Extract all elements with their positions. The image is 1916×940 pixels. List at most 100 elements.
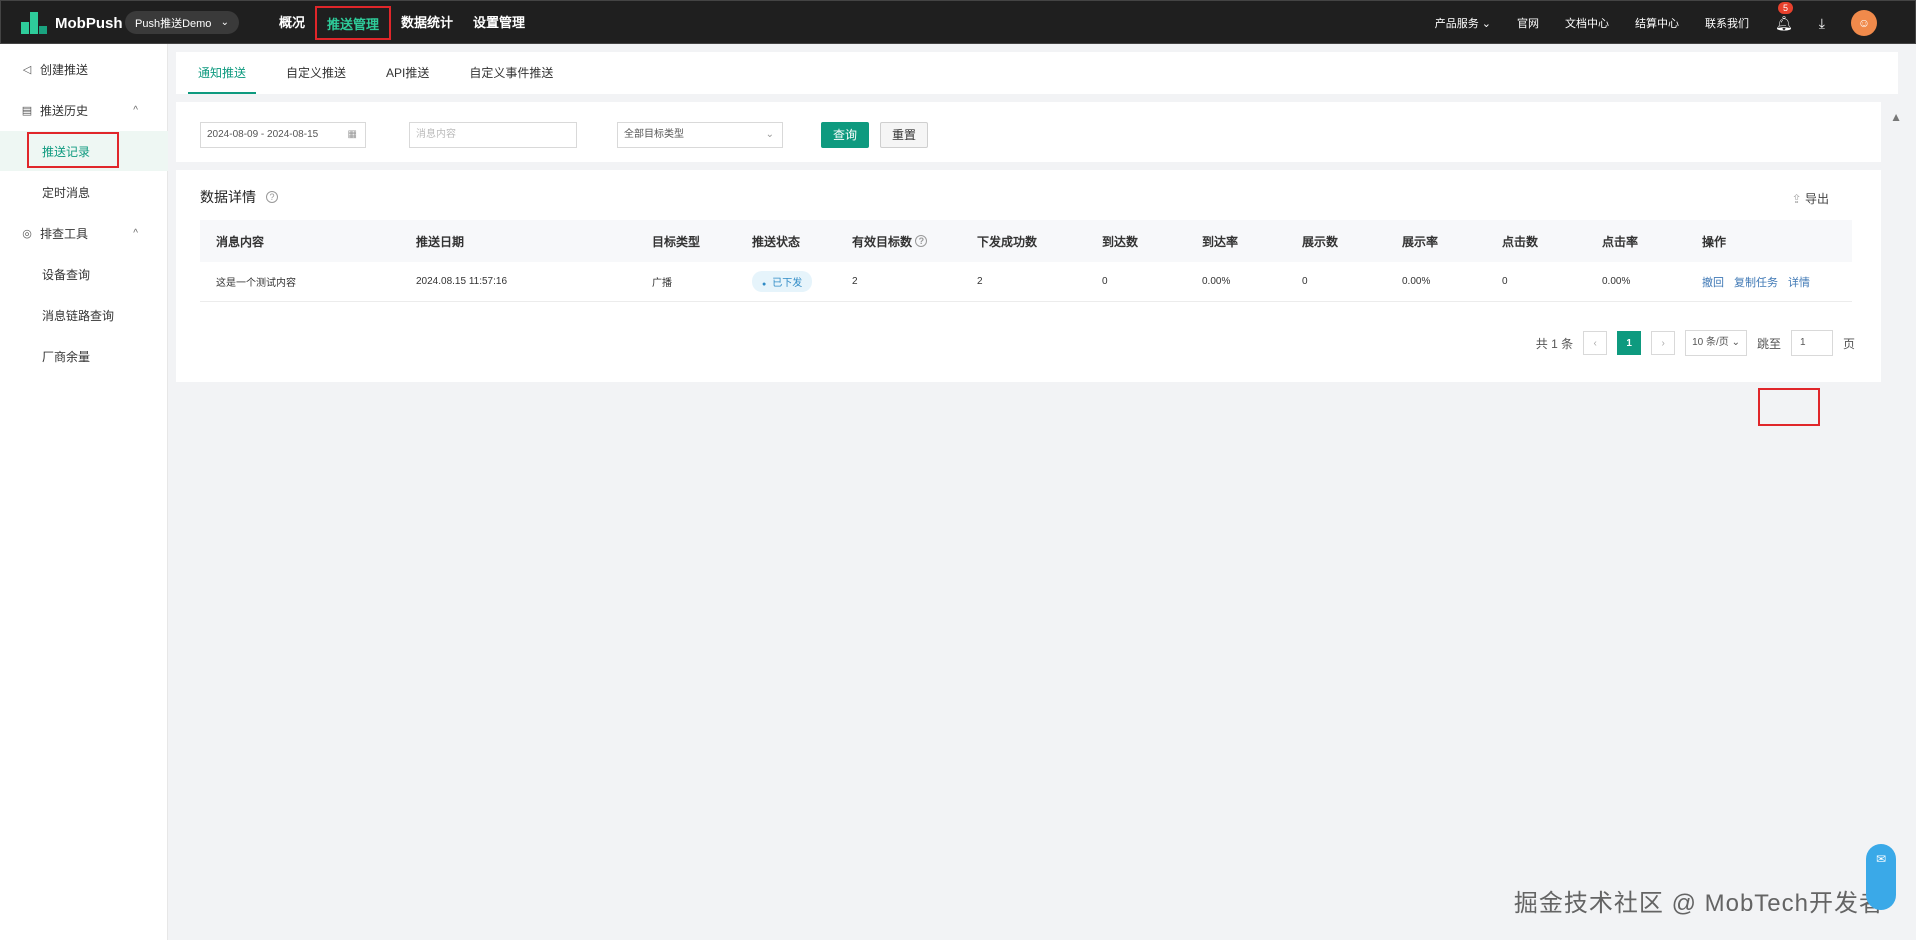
- sidebar-item-label: 推送历史: [40, 103, 89, 118]
- target-type-select[interactable]: 全部目标类型 ⌄: [617, 122, 783, 148]
- col-click-rate: 点击率: [1602, 234, 1639, 249]
- target-type-value: 全部目标类型: [624, 129, 684, 140]
- filter-bar: 2024-08-09 - 2024-08-15 ▦ 消息内容 全部目标类型 ⌄ …: [176, 102, 1881, 162]
- col-arrived: 到达数: [1102, 234, 1139, 249]
- top-right-links: 产品服务 ⌄ 官网 文档中心 结算中心 联系我们 🔔︎ 5 ⤓ ☺: [1435, 0, 1877, 45]
- app-selector-label: Push推送Demo: [135, 17, 212, 30]
- bell-icon[interactable]: 🔔︎ 5: [1775, 0, 1795, 32]
- query-button[interactable]: 查询: [821, 122, 870, 148]
- list-icon: ▤: [21, 104, 33, 117]
- sidebar-item-push-records[interactable]: 推送记录: [0, 131, 168, 171]
- top-bar: MobPush Push推送Demo ⌄ 概况 推送管理 数据统计 设置管理 产…: [0, 0, 1916, 44]
- download-icon[interactable]: ⤓: [1819, 15, 1825, 32]
- cell-success-count: 2: [977, 276, 983, 287]
- col-shown: 展示数: [1302, 234, 1339, 249]
- tab-api-push[interactable]: API推送: [376, 64, 439, 94]
- col-success-count: 下发成功数: [977, 234, 1038, 249]
- next-page-button[interactable]: ›: [1651, 331, 1676, 355]
- page-size-select[interactable]: 10 条/页 ⌄: [1685, 330, 1747, 356]
- sidebar-item-device-query[interactable]: 设备查询: [0, 254, 168, 294]
- page-number[interactable]: 1: [1617, 331, 1642, 355]
- chevron-down-icon: ⌄: [765, 129, 774, 140]
- push-type-tabs: 通知推送 自定义推送 API推送 自定义事件推送: [176, 52, 1898, 94]
- docs-link[interactable]: 文档中心: [1565, 15, 1609, 31]
- withdraw-link[interactable]: 撤回: [1702, 274, 1724, 290]
- sidebar-item-create-push[interactable]: ◁ 创建推送: [0, 49, 168, 89]
- jump-label: 跳至: [1756, 336, 1781, 351]
- chevron-up-icon: ^: [133, 227, 138, 239]
- col-target-type: 目标类型: [652, 234, 701, 249]
- tool-icon: ◎: [22, 227, 32, 240]
- table-row: 这是一个测试内容 2024.08.15 11:57:16 广播 已下发 2 2 …: [200, 262, 1852, 302]
- cell-valid-targets: 2: [852, 276, 858, 287]
- col-content: 消息内容: [216, 234, 265, 249]
- sidebar-item-label: 消息链路查询: [42, 308, 115, 323]
- calendar-icon: ▦: [347, 129, 357, 140]
- tab-notification-push[interactable]: 通知推送: [188, 64, 257, 94]
- prev-page-button[interactable]: ‹: [1583, 331, 1608, 355]
- sidebar: ◁ 创建推送 ▤ 推送历史 ^ 推送记录 定时消息 ◎ 排查工具 ^ 设备查询 …: [0, 44, 168, 940]
- highlight-box: [1758, 388, 1820, 426]
- copy-task-link[interactable]: 复制任务: [1734, 274, 1778, 290]
- push-records-table: 消息内容 推送日期 目标类型 推送状态 有效目标数 ? 下发成功数 到达数 到达…: [200, 220, 1852, 302]
- avatar[interactable]: ☺: [1851, 10, 1877, 36]
- sidebar-item-label: 厂商余量: [42, 349, 91, 364]
- billing-link[interactable]: 结算中心: [1635, 15, 1679, 31]
- cell-arrive-rate: 0.00%: [1202, 276, 1231, 287]
- sidebar-item-vendor-quota[interactable]: 厂商余量: [0, 336, 168, 376]
- cell-clicks: 0: [1502, 276, 1508, 287]
- page-unit-label: 页: [1842, 336, 1855, 351]
- col-arrive-rate: 到达率: [1202, 234, 1239, 249]
- mobpush-logo-icon: [21, 12, 47, 34]
- tab-custom-event-push[interactable]: 自定义事件推送: [459, 64, 563, 94]
- nav-overview[interactable]: 概况: [269, 6, 315, 40]
- details-link[interactable]: 详情: [1788, 274, 1810, 290]
- cell-shown: 0: [1302, 276, 1308, 287]
- sidebar-group-push-history[interactable]: ▤ 推送历史 ^: [0, 90, 168, 130]
- message-content-input[interactable]: 消息内容: [409, 122, 577, 148]
- reset-button[interactable]: 重置: [880, 122, 929, 148]
- nav-settings[interactable]: 设置管理: [463, 6, 535, 40]
- cell-date: 2024.08.15 11:57:16: [416, 276, 508, 287]
- sidebar-item-label: 定时消息: [42, 185, 91, 200]
- top-nav: 概况 推送管理 数据统计 设置管理: [269, 1, 535, 45]
- sidebar-group-tools[interactable]: ◎ 排查工具 ^: [0, 213, 168, 253]
- cell-target-type: 广播: [652, 278, 672, 289]
- cell-show-rate: 0.00%: [1402, 276, 1431, 287]
- share-icon: ⇪: [1791, 192, 1802, 206]
- col-clicks: 点击数: [1502, 234, 1539, 249]
- nav-push-management[interactable]: 推送管理: [315, 6, 392, 40]
- app-selector[interactable]: Push推送Demo ⌄: [125, 11, 239, 34]
- highlight-box: [27, 132, 119, 168]
- sidebar-item-label: 排查工具: [40, 226, 89, 241]
- jump-page-input[interactable]: 1: [1790, 330, 1833, 356]
- sidebar-item-scheduled[interactable]: 定时消息: [0, 172, 168, 212]
- col-status: 推送状态: [752, 234, 801, 249]
- contact-link[interactable]: 联系我们: [1705, 15, 1749, 31]
- official-site-link[interactable]: 官网: [1517, 15, 1539, 31]
- date-range-picker[interactable]: 2024-08-09 - 2024-08-15 ▦: [200, 122, 366, 148]
- panel-title: 数据详情 ?: [200, 187, 278, 207]
- product-services-link[interactable]: 产品服务 ⌄: [1435, 15, 1491, 31]
- sidebar-item-message-trace[interactable]: 消息链路查询: [0, 295, 168, 335]
- tab-custom-push[interactable]: 自定义推送: [276, 64, 356, 94]
- cell-click-rate: 0.00%: [1602, 276, 1631, 287]
- export-button[interactable]: ⇪ 导出: [1792, 190, 1829, 207]
- main-content: 通知推送 自定义推送 API推送 自定义事件推送 2024-08-09 - 20…: [168, 44, 1916, 940]
- pagination: 共 1 条 ‹ 1 › 10 条/页 ⌄ 跳至 1 页: [1536, 330, 1855, 356]
- chevron-up-icon: ^: [133, 104, 138, 116]
- help-icon[interactable]: ?: [915, 235, 928, 247]
- nav-statistics[interactable]: 数据统计: [391, 6, 463, 40]
- data-details-panel: 数据详情 ? ⇪ 导出 消息内容 推送日期 目标类型 推送状态 有效目标数 ? …: [176, 170, 1881, 426]
- send-icon: ◁: [22, 63, 32, 76]
- status-badge: 已下发: [752, 271, 813, 292]
- col-actions: 操作: [1702, 234, 1727, 249]
- col-date: 推送日期: [416, 234, 465, 249]
- notification-badge: 5: [1777, 0, 1795, 15]
- cell-status: 已下发: [752, 262, 813, 301]
- help-icon[interactable]: ?: [266, 191, 278, 203]
- table-header: 消息内容 推送日期 目标类型 推送状态 有效目标数 ? 下发成功数 到达数 到达…: [200, 220, 1852, 262]
- logo[interactable]: MobPush: [21, 12, 123, 34]
- chat-help-icon[interactable]: ✉: [1866, 844, 1896, 910]
- scroll-up-icon[interactable]: ▲: [1890, 110, 1902, 124]
